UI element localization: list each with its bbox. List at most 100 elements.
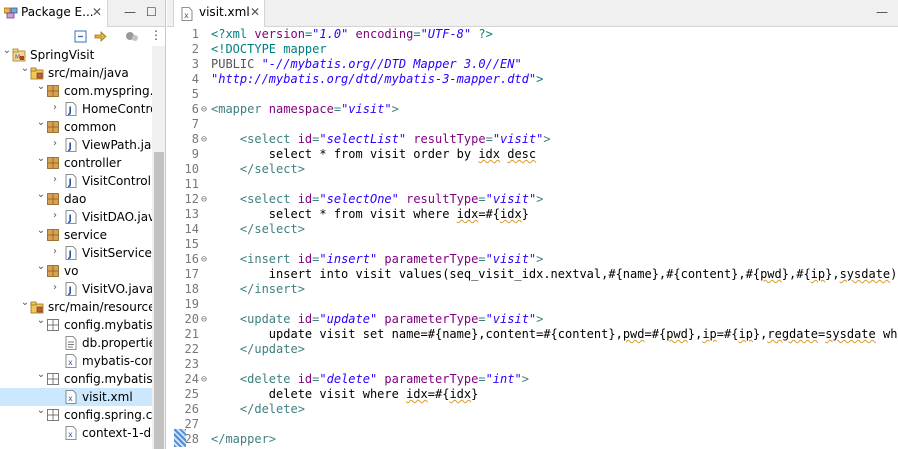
chevron-right-icon[interactable]: › (50, 174, 60, 185)
minimize-icon[interactable]: — (124, 5, 136, 19)
code-line[interactable]: 3 PUBLIC "-//mybatis.org//DTD Mapper 3.0/… (167, 57, 898, 72)
chevron-right-icon[interactable]: › (50, 210, 60, 221)
package-explorer-tab[interactable]: Package E... ✕ (0, 0, 108, 27)
code-line[interactable]: 25 delete visit where idx=#{idx} (167, 387, 898, 402)
code-line[interactable]: 24 ⊖ <delete id="delete" parameterType="i… (167, 372, 898, 387)
tree-item[interactable]: ⌄ common (0, 117, 152, 136)
tree-item[interactable]: x visit.xml (0, 388, 152, 406)
line-number: 25 (184, 387, 199, 401)
code-line[interactable]: 2 <!DOCTYPE mapper (167, 42, 898, 57)
code-line[interactable]: 27 (167, 417, 898, 432)
code-token: select * from visit order by (211, 147, 479, 161)
fold-toggle-icon[interactable]: ⊖ (199, 102, 209, 117)
code-area[interactable]: 1 <?xml version="1.0" encoding="UTF-8" ?>… (167, 27, 898, 449)
tree-item[interactable]: › J VisitService.j (0, 244, 152, 262)
minimize-icon[interactable]: — (876, 5, 888, 19)
close-icon[interactable]: ✕ (250, 5, 260, 19)
tree-item[interactable]: ⌄ config.mybatis (0, 315, 152, 334)
visit-xml-tab[interactable]: x visit.xml ✕ (173, 0, 265, 27)
code-line[interactable]: 15 (167, 237, 898, 252)
collapse-all-icon[interactable] (73, 29, 88, 44)
tree-item[interactable]: › J VisitDAO.java (0, 208, 152, 226)
code-line[interactable]: 26 </delete> (167, 402, 898, 417)
chevron-down-icon[interactable]: ⌄ (20, 297, 30, 308)
fold-toggle-icon[interactable]: ⊖ (199, 312, 209, 327)
tree-item[interactable]: › J HomeContro (0, 100, 152, 118)
code-line[interactable]: 19 (167, 297, 898, 312)
code-line[interactable]: 7 (167, 117, 898, 132)
chevron-down-icon[interactable]: ⌄ (36, 153, 46, 164)
code-line[interactable]: 14 </select> (167, 222, 898, 237)
chevron-down-icon[interactable]: ⌄ (36, 81, 46, 92)
resource-folder-icon (30, 300, 44, 314)
code-line[interactable]: 1 <?xml version="1.0" encoding="UTF-8" ?> (167, 27, 898, 42)
code-line[interactable]: 4 "http://mybatis.org/dtd/mybatis-3-mappe… (167, 72, 898, 87)
overview-marker (174, 429, 186, 447)
tree-item[interactable]: ⌄ com.myspring.v (0, 81, 152, 100)
tree-item[interactable]: ⌄ config.mybatis. (0, 369, 152, 388)
chevron-right-icon[interactable]: › (50, 282, 60, 293)
tree-item[interactable]: x mybatis-con (0, 352, 152, 370)
tree-item[interactable]: x context-1-da (0, 424, 152, 442)
code-line[interactable]: 8 ⊖ <select id="selectList" resultType="v… (167, 132, 898, 147)
chevron-down-icon[interactable]: ⌄ (36, 117, 46, 128)
code-line[interactable]: 16 ⊖ <insert id="insert" parameterType="v… (167, 252, 898, 267)
code-line[interactable]: 12 ⊖ <select id="selectOne" resultType="v… (167, 192, 898, 207)
link-with-editor-icon[interactable] (93, 29, 108, 44)
code-line[interactable]: 9 select * from visit order by idx desc (167, 147, 898, 162)
fold-toggle-icon[interactable]: ⊖ (199, 132, 209, 147)
maximize-icon[interactable]: ☐ (146, 5, 157, 19)
chevron-right-icon[interactable]: › (50, 138, 60, 149)
code-line[interactable]: 6 ⊖ <mapper namespace="visit"> (167, 102, 898, 117)
fold-toggle-icon[interactable]: ⊖ (199, 372, 209, 387)
fold-toggle-icon[interactable]: ⊖ (199, 192, 209, 207)
code-line[interactable]: 11 (167, 177, 898, 192)
chevron-down-icon[interactable]: ⌄ (36, 225, 46, 236)
chevron-down-icon[interactable]: ⌄ (36, 369, 46, 380)
scrollbar-thumb[interactable] (154, 152, 164, 449)
tree-item-label: config.mybatis. (64, 372, 152, 386)
close-icon[interactable]: ✕ (92, 5, 102, 19)
chevron-down-icon[interactable]: ⌄ (36, 189, 46, 200)
code-line[interactable]: 18 </insert> (167, 282, 898, 297)
code-line[interactable]: 20 ⊖ <update id="update" parameterType="v… (167, 312, 898, 327)
tree-item[interactable]: › J VisitControll (0, 172, 152, 190)
tree-item[interactable]: ⌄ config.spring.co (0, 405, 152, 424)
chevron-down-icon[interactable]: ⌄ (36, 315, 46, 326)
code-line[interactable]: 13 select * from visit where idx=#{idx} (167, 207, 898, 222)
code-line[interactable]: 23 (167, 357, 898, 372)
chevron-down-icon[interactable]: ⌄ (36, 261, 46, 272)
xml-file-icon: x (64, 426, 78, 440)
chevron-down-icon[interactable]: ⌄ (36, 405, 46, 416)
chevron-right-icon[interactable]: › (50, 246, 60, 257)
code-line[interactable]: 28 </mapper> (167, 432, 898, 447)
fold-toggle-icon[interactable]: ⊖ (199, 252, 209, 267)
tree-item[interactable]: ⌄ controller (0, 153, 152, 172)
svg-text:J: J (68, 286, 72, 296)
tree-item[interactable]: › J ViewPath.java (0, 136, 152, 154)
code-token: regdate (767, 327, 818, 341)
tree-item[interactable]: ⌄ service (0, 225, 152, 244)
tree-item[interactable]: › J VisitVO.java (0, 280, 152, 298)
code-line[interactable]: 17 insert into visit values(seq_visit_id… (167, 267, 898, 282)
java-file-icon: J (64, 174, 78, 188)
chevron-down-icon[interactable]: ⌄ (20, 63, 30, 74)
code-line[interactable]: 21 update visit set name=#{name},content… (167, 327, 898, 342)
chevron-right-icon[interactable]: › (50, 102, 60, 113)
code-line[interactable]: 5 (167, 87, 898, 102)
chevron-down-icon[interactable]: ⌄ (2, 46, 12, 56)
code-line[interactable]: 10 </select> (167, 162, 898, 177)
tree-item-label: ViewPath.java (82, 138, 152, 152)
tree-item[interactable]: ⌄ src/main/resource (0, 297, 152, 316)
view-menu-icon[interactable]: ⋮ (150, 28, 162, 42)
code-token: = (478, 372, 486, 386)
tree-item[interactable]: ⌄ src/main/java (0, 63, 152, 82)
tree-item[interactable]: ⌄ vo (0, 261, 152, 280)
tree-item[interactable]: ⌄ dao (0, 189, 152, 208)
svg-text:J: J (68, 214, 72, 224)
tree-item[interactable]: ⌄ M SpringVisit (0, 46, 152, 64)
tree-item[interactable]: db.properties (0, 334, 152, 352)
focus-icon[interactable] (124, 29, 139, 44)
explorer-scrollbar[interactable] (152, 46, 165, 449)
code-line[interactable]: 22 </update> (167, 342, 898, 357)
